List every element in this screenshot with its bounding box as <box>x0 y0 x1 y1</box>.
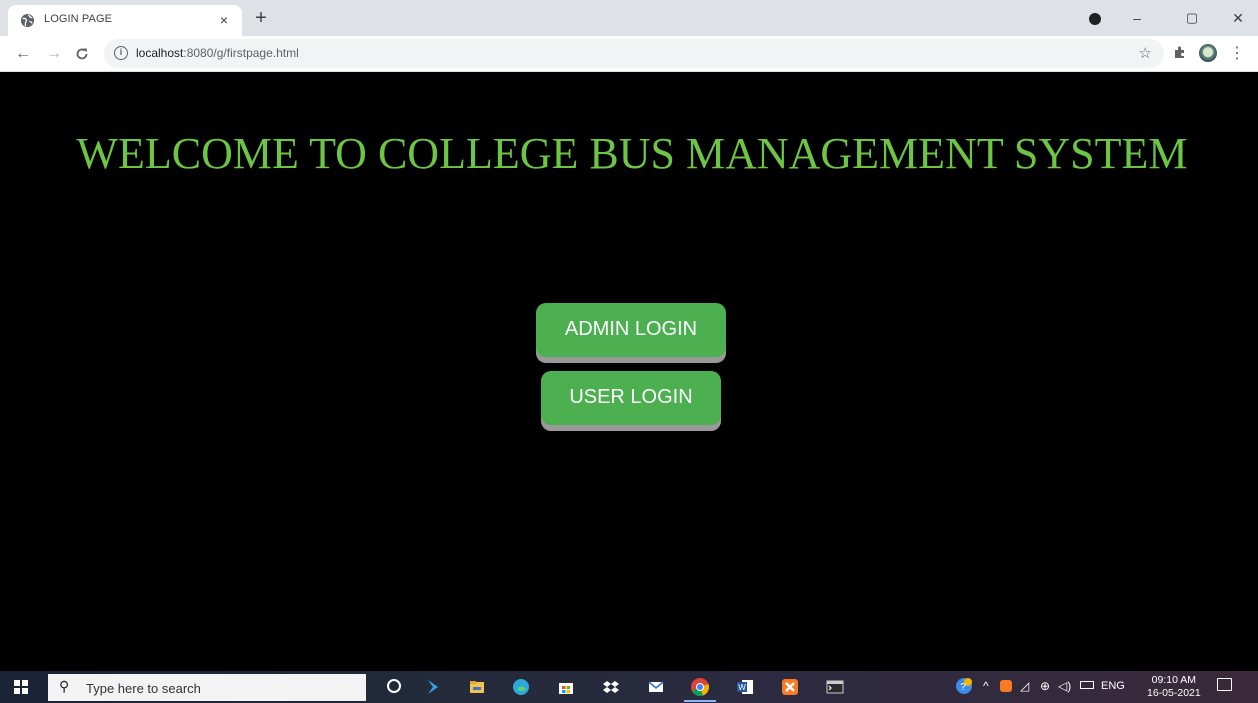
minimize-button[interactable]: – <box>1127 9 1147 27</box>
pen-icon[interactable]: ⊕ <box>1040 679 1050 693</box>
search-placeholder: Type here to search <box>86 681 201 696</box>
mail-icon[interactable] <box>647 678 665 696</box>
svg-text:W: W <box>738 683 746 692</box>
help-icon[interactable]: ? <box>955 677 973 695</box>
tab-title: LOGIN PAGE <box>44 13 113 25</box>
info-icon[interactable]: i <box>114 46 128 60</box>
close-window-button[interactable]: ✕ <box>1228 9 1248 27</box>
windows-start-icon[interactable] <box>14 680 28 694</box>
globe-icon <box>20 13 35 28</box>
chevron-up-icon[interactable]: ^ <box>983 679 989 693</box>
screen: LOGIN PAGE × + – ▢ ✕ ← → i localhost:808… <box>0 0 1258 703</box>
browser-toolbar: ← → i localhost:8080/g/firstpage.html ☆ <box>0 36 1258 72</box>
tab-close-icon[interactable]: × <box>216 11 232 29</box>
edge-icon[interactable] <box>512 678 530 696</box>
page-content: WELCOME TO COLLEGE BUS MANAGEMENT SYSTEM… <box>0 72 1258 671</box>
tab-strip: LOGIN PAGE × + – ▢ ✕ <box>0 0 1258 36</box>
language-indicator[interactable]: ENG <box>1101 680 1125 692</box>
restore-button[interactable]: ▢ <box>1182 9 1202 27</box>
volume-icon[interactable]: ◁) <box>1058 679 1071 693</box>
svg-text:?: ? <box>960 682 966 693</box>
clock[interactable]: 09:10 AM 16-05-2021 <box>1147 674 1201 700</box>
bookmark-star-icon[interactable]: ☆ <box>1139 44 1152 62</box>
more-menu-icon[interactable]: ⋮ <box>1229 43 1245 63</box>
extensions-puzzle-icon[interactable] <box>1173 45 1187 59</box>
word-icon[interactable]: W <box>736 678 754 696</box>
url-host: localhost <box>136 46 184 60</box>
xampp-tray-icon[interactable] <box>1000 680 1012 692</box>
terminal-icon[interactable] <box>826 678 844 696</box>
tab-search-icon[interactable] <box>1089 13 1101 25</box>
xampp-icon[interactable] <box>781 678 799 696</box>
profile-avatar-icon[interactable] <box>1199 44 1217 62</box>
taskbar-search-box[interactable]: ⚲ Type here to search <box>48 674 366 701</box>
url-path: :8080/g/firstpage.html <box>183 46 299 60</box>
new-tab-button[interactable]: + <box>250 8 272 28</box>
url-text: localhost:8080/g/firstpage.html <box>136 46 299 60</box>
forward-arrow-icon[interactable]: → <box>43 43 65 65</box>
admin-login-button[interactable]: ADMIN LOGIN <box>536 303 726 357</box>
address-bar[interactable]: i localhost:8080/g/firstpage.html ☆ <box>104 39 1164 68</box>
reload-icon[interactable] <box>75 47 89 61</box>
chrome-active-indicator <box>684 700 716 702</box>
file-explorer-icon[interactable] <box>468 678 486 696</box>
notifications-icon[interactable] <box>1217 678 1232 691</box>
cortana-icon[interactable] <box>387 679 401 693</box>
visual-studio-icon[interactable] <box>424 678 442 696</box>
back-arrow-icon[interactable]: ← <box>12 43 34 65</box>
wifi-icon[interactable]: ◿ <box>1020 679 1029 693</box>
chrome-icon[interactable] <box>690 677 710 697</box>
clock-date: 16-05-2021 <box>1147 687 1201 699</box>
page-title: WELCOME TO COLLEGE BUS MANAGEMENT SYSTEM <box>76 129 1188 178</box>
battery-icon[interactable] <box>1080 681 1094 689</box>
user-login-button[interactable]: USER LOGIN <box>541 371 721 425</box>
search-icon: ⚲ <box>59 678 70 694</box>
windows-taskbar: ⚲ Type here to search W ? ^ ◿ ⊕ ◁) ENG 0… <box>0 671 1258 703</box>
store-icon[interactable] <box>557 678 575 696</box>
clock-time: 09:10 AM <box>1151 674 1197 686</box>
browser-tab[interactable]: LOGIN PAGE × <box>8 5 242 36</box>
dropbox-icon[interactable] <box>602 678 620 696</box>
